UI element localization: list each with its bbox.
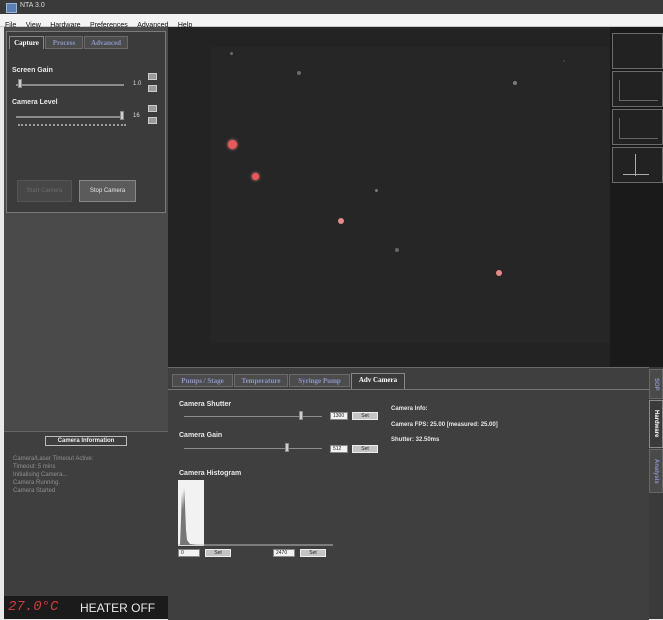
log-line: Initialising Camera... [13, 472, 68, 478]
camera-shutter-slider[interactable] [299, 411, 303, 420]
log-line: Camera Running. [13, 480, 61, 486]
particle [496, 270, 502, 276]
camera-histogram [178, 480, 334, 546]
camera-gain-track [184, 448, 322, 449]
camera-gain-slider[interactable] [285, 443, 289, 452]
camera-gain-label: Camera Gain [179, 432, 223, 439]
thumbnail-3[interactable] [612, 109, 663, 145]
window-title: NTA 3.0 [20, 2, 45, 9]
particle [297, 71, 301, 75]
log-line: Camera/Laser Timeout Active: [13, 456, 94, 462]
particle [228, 140, 237, 149]
histogram-max-input[interactable]: 2470 [273, 549, 295, 557]
screen-gain-slider[interactable] [18, 79, 22, 88]
thumbnail-4[interactable] [612, 147, 663, 183]
start-camera-button[interactable]: Start Camera [17, 180, 72, 202]
heater-status-bar: 27.0°C HEATER OFF [4, 596, 168, 619]
camera-information-title: Camera Information [45, 436, 127, 446]
camera-shutter-label: Camera Shutter [179, 401, 232, 408]
camera-level-decrement[interactable] [148, 117, 157, 124]
tab-advanced[interactable]: Advanced [84, 36, 128, 49]
particle [563, 60, 565, 62]
camera-shutter-input[interactable]: 1300 [330, 412, 348, 420]
camera-shutter-text: Shutter: 32.50ms [391, 437, 440, 443]
video-frame [210, 47, 610, 343]
camera-level-label: Camera Level [12, 99, 58, 106]
histogram-min-input[interactable]: 0 [178, 549, 200, 557]
screen-gain-track [16, 84, 124, 86]
camera-gain-input[interactable]: 512 [330, 445, 348, 453]
particle [230, 52, 233, 55]
tab-pumps-stage[interactable]: Pumps / Stage [172, 374, 233, 387]
tab-temperature[interactable]: Temperature [234, 374, 288, 387]
particle [252, 173, 259, 180]
thumbnail-2[interactable] [612, 71, 663, 107]
particle [395, 248, 399, 252]
tab-adv-camera[interactable]: Adv Camera [351, 373, 405, 389]
menu-bar: File View Hardware Preferences Advanced … [0, 14, 663, 29]
histogram-max-set-button[interactable]: Set [300, 549, 326, 557]
screen-gain-decrement[interactable] [148, 85, 157, 92]
camera-gain-set-button[interactable]: Set [352, 445, 378, 453]
log-line: Timeout: 5 mins [13, 464, 56, 470]
thumbnail-1[interactable] [612, 33, 663, 69]
camera-info-title: Camera Info: [391, 406, 428, 412]
camera-level-slider[interactable] [120, 111, 124, 120]
tab-process[interactable]: Process [45, 36, 83, 49]
tab-analysis[interactable]: Analysis [649, 449, 663, 493]
tab-hardware[interactable]: Hardware [649, 400, 663, 448]
camera-level-track [16, 116, 124, 118]
camera-level-ticks [18, 124, 126, 129]
temperature-readout: 27.0°C [8, 599, 59, 615]
camera-log: Camera/Laser Timeout Active: Timeout: 5 … [13, 455, 93, 495]
particle [513, 81, 517, 85]
tab-sop[interactable]: SOP [649, 369, 663, 399]
particle [375, 189, 378, 192]
app-icon [6, 3, 17, 13]
stop-camera-button[interactable]: Stop Camera [79, 180, 136, 202]
screen-gain-value: 1.0 [133, 81, 142, 87]
camera-level-value: 16 [133, 113, 140, 119]
title-bar: NTA 3.0 [0, 0, 663, 14]
tab-syringe-pump[interactable]: Syringe Pump [289, 374, 350, 387]
screen-gain-label: Screen Gain [12, 67, 53, 74]
camera-histogram-label: Camera Histogram [179, 470, 242, 477]
log-line: Camera Started [13, 488, 56, 494]
camera-level-increment[interactable] [148, 105, 157, 112]
tab-capture[interactable]: Capture [9, 36, 44, 49]
camera-fps-text: Camera FPS: 25.00 [measured: 25.00] [391, 422, 498, 428]
tab-divider [168, 389, 649, 390]
histogram-min-set-button[interactable]: Set [205, 549, 231, 557]
camera-shutter-set-button[interactable]: Set [352, 412, 378, 420]
heater-status-text: HEATER OFF [80, 601, 156, 615]
particle [338, 218, 344, 224]
screen-gain-increment[interactable] [148, 73, 157, 80]
